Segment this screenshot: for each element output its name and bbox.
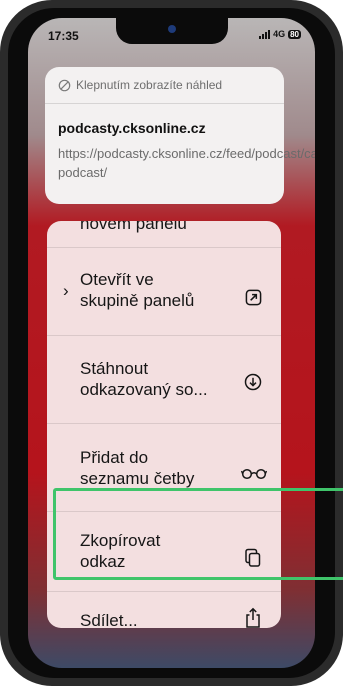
battery-icon: 80	[288, 29, 301, 39]
copy-link-highlight	[53, 488, 343, 580]
camera-icon	[168, 25, 176, 33]
status-indicators: 4G 80	[259, 29, 301, 39]
link-preview-card[interactable]: Klepnutím zobrazíte náhled podcasty.ckso…	[45, 67, 315, 204]
signal-icon	[259, 29, 271, 39]
notch	[116, 18, 228, 44]
download-icon	[243, 372, 263, 392]
menu-item-open-in-tab-group[interactable]: › Otevřít ve skupině panelů	[47, 247, 281, 336]
menu-item-open-new-tab[interactable]: novém panelu	[47, 221, 281, 247]
menu-item-label: Sdílet...	[80, 611, 138, 628]
preview-url: https://podcasty.cksonline.cz/feed/podca…	[58, 146, 315, 180]
preview-disabled-icon	[58, 79, 71, 91]
menu-item-label: Otevřít ve skupině panelů	[80, 270, 195, 310]
status-time: 17:35	[48, 29, 79, 43]
chevron-right-icon: ›	[63, 281, 69, 300]
reading-list-glasses-icon	[241, 463, 267, 483]
menu-item-download-linked-file[interactable]: Stáhnout odkazovaný so...	[47, 335, 281, 424]
share-icon	[243, 607, 263, 628]
menu-item-label: Stáhnout odkazovaný so...	[80, 359, 208, 399]
network-label: 4G	[273, 29, 286, 39]
menu-item-share[interactable]: Sdílet...	[47, 591, 281, 628]
preview-hint-text: Klepnutím zobrazíte náhled	[76, 78, 223, 92]
open-in-group-icon	[243, 287, 263, 307]
menu-item-label: Přidat do seznamu četby	[80, 448, 195, 488]
preview-hint-row[interactable]: Klepnutím zobrazíte náhled	[45, 67, 284, 104]
preview-domain: podcasty.cksonline.cz	[58, 120, 206, 136]
menu-item-label: novém panelu	[80, 221, 187, 233]
